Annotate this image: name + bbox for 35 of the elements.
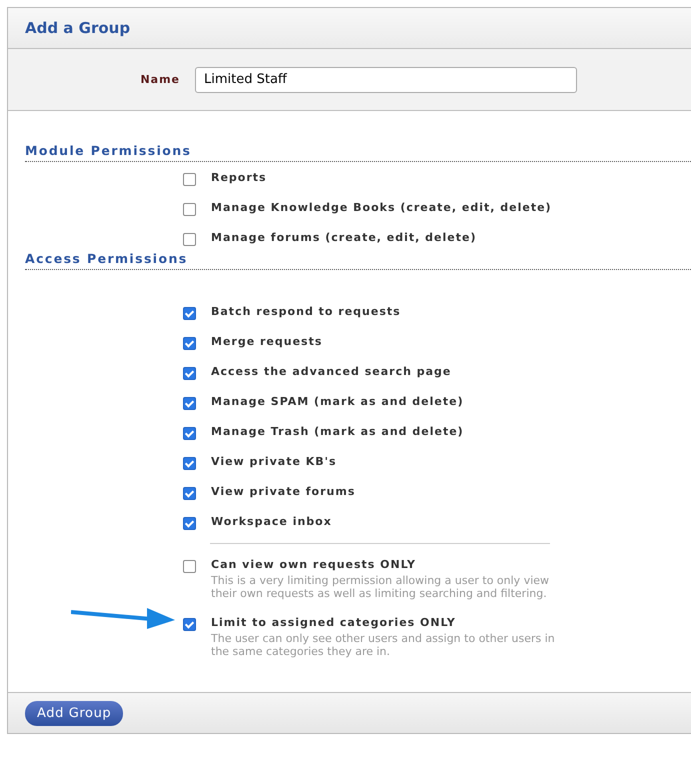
permission-label: Manage SPAM (mark as and delete) xyxy=(211,395,464,408)
permission-label: Access the advanced search page xyxy=(211,365,452,378)
checkbox[interactable] xyxy=(183,367,196,380)
checkbox[interactable] xyxy=(183,337,196,350)
checkbox[interactable] xyxy=(183,487,196,500)
permission-label: Manage forums (create, edit, delete) xyxy=(211,231,476,244)
permission-label: Can view own requests ONLY xyxy=(211,558,417,571)
section-heading: Module Permissions xyxy=(25,143,691,162)
checkbox[interactable] xyxy=(183,307,196,320)
add-group-button[interactable]: Add Group xyxy=(25,700,124,726)
arrow-icon xyxy=(71,606,175,630)
field-label: Name xyxy=(139,73,181,86)
permission-label: Manage Knowledge Books (create, edit, delete) xyxy=(211,201,552,214)
permission-label: Limit to assigned categories ONLY xyxy=(211,616,457,629)
section-heading: Access Permissions xyxy=(25,251,691,270)
permission-label: View private KB's xyxy=(211,455,337,468)
permission-description: The user can only see other users and assign to other users in the same categories they are in. xyxy=(211,632,556,658)
permission-label: View private forums xyxy=(211,485,356,498)
permission-description: This is a very limiting permission allowing a user to only view their own requests as well as limiting searching and filtering. xyxy=(211,574,550,600)
panel-title: Add a Group xyxy=(25,19,130,37)
checkbox[interactable] xyxy=(183,173,196,186)
permission-label: Reports xyxy=(211,171,267,184)
permission-label: Batch respond to requests xyxy=(211,305,401,318)
name-field[interactable]: Limited Staff xyxy=(195,66,577,92)
checkbox[interactable] xyxy=(183,457,196,470)
permission-label: Workspace inbox xyxy=(211,515,332,528)
checkbox[interactable] xyxy=(183,233,196,246)
checkbox[interactable] xyxy=(183,203,196,216)
checkbox[interactable] xyxy=(183,560,196,573)
checkbox[interactable] xyxy=(183,397,196,410)
checkbox[interactable] xyxy=(183,427,196,440)
permission-label: Merge requests xyxy=(211,335,322,348)
checkbox[interactable] xyxy=(183,517,196,530)
permission-label: Manage Trash (mark as and delete) xyxy=(211,425,464,438)
checkbox[interactable] xyxy=(183,618,196,631)
